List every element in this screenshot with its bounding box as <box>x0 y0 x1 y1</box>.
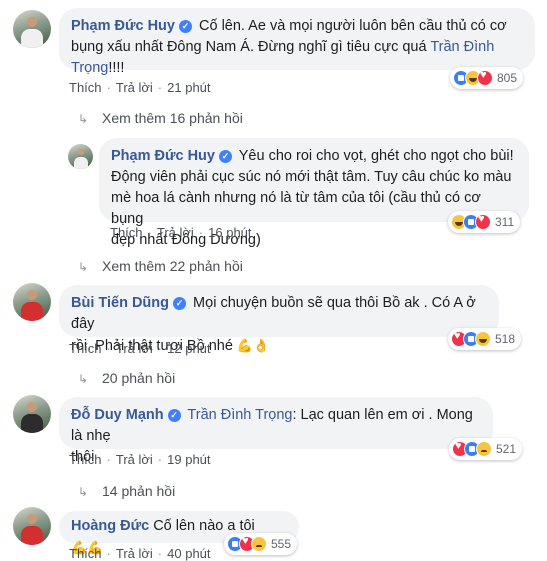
reply-arrow-icon: ↳ <box>78 112 89 126</box>
reaction-summary[interactable]: 311 <box>448 211 521 233</box>
like-link[interactable]: Thích <box>69 341 102 356</box>
separator: · <box>157 341 163 356</box>
timestamp[interactable]: 21 phút <box>167 80 210 95</box>
view-more-replies[interactable]: ↳ Xem thêm 22 phản hồi <box>78 258 243 274</box>
love-reaction-icon <box>477 69 493 86</box>
view-more-replies-label: 20 phản hồi <box>102 370 176 386</box>
mention-link[interactable]: Trần Đình Trọng <box>187 407 292 423</box>
reply-link[interactable]: Trả lời <box>116 80 153 95</box>
mention-link[interactable]: Trần Đình <box>430 39 494 55</box>
comment-author[interactable]: Hoàng Đức <box>71 518 149 534</box>
comment-bubble: Phạm Đức Huy ✓ Yêu cho roi cho vọt, ghét … <box>99 138 529 248</box>
view-more-replies-label: Xem thêm 22 phản hồi <box>102 258 243 274</box>
comment-text: !!!! <box>108 60 125 76</box>
comment-author[interactable]: Phạm Đức Huy <box>111 148 215 164</box>
separator: · <box>198 225 204 240</box>
reply-arrow-icon: ↳ <box>78 485 89 499</box>
verified-badge-icon: ✓ <box>178 20 192 33</box>
reply-link[interactable]: Trả lời <box>116 341 153 356</box>
mention-link[interactable]: Trọng <box>71 60 108 76</box>
comment-author[interactable]: Phạm Đức Huy <box>71 18 175 34</box>
separator: · <box>157 80 163 95</box>
reaction-count: 311 <box>495 215 515 229</box>
comment-author[interactable]: Bùi Tiến Dũng <box>71 295 169 311</box>
love-reaction-icon <box>475 213 491 230</box>
like-link[interactable]: Thích <box>69 80 102 95</box>
sad-reaction-icon <box>251 536 267 552</box>
verified-badge-icon: ✓ <box>218 150 232 163</box>
comment-actions: Thích · Trả lời · 12 phút <box>69 341 211 356</box>
timestamp[interactable]: 12 phút <box>167 341 210 356</box>
emoji: 💪👌 <box>236 338 270 353</box>
like-link[interactable]: Thích <box>110 225 143 240</box>
comment-text: Động viên phải cục súc nó mới thật tâm. … <box>111 169 512 185</box>
avatar[interactable] <box>13 283 51 321</box>
comment-bubble: Phạm Đức Huy ✓ Cố lên. Ae và mọi người lu… <box>59 8 535 76</box>
comment-bubble: Đỗ Duy Mạnh ✓ Trần Đình Trọng: Lạc quan l… <box>59 397 493 465</box>
comment-actions: Thích · Trả lời · 21 phút <box>69 80 211 95</box>
comment-text: Cố lên. Ae và mọi người luôn bên cầu thủ… <box>199 18 507 34</box>
view-more-replies[interactable]: ↳ 14 phản hồi <box>78 483 175 499</box>
reaction-count: 521 <box>496 442 517 456</box>
reaction-summary[interactable]: 518 <box>448 328 522 350</box>
reply-arrow-icon: ↳ <box>78 372 89 386</box>
reaction-summary[interactable]: 805 <box>450 67 524 89</box>
comment-bubble: Bùi Tiến Dũng ✓ Mọi chuyện buồn sẽ qua th… <box>59 285 499 354</box>
reply-link[interactable]: Trả lời <box>157 225 194 240</box>
comment-actions: Thích · Trả lời · 19 phút <box>69 452 211 467</box>
verified-badge-icon: ✓ <box>173 297 187 310</box>
separator: · <box>157 452 163 467</box>
avatar[interactable] <box>13 10 51 48</box>
separator: · <box>106 341 111 356</box>
reaction-summary[interactable]: 555 <box>224 533 298 555</box>
comment-actions: Thích · Trả lời · 16 phút <box>110 225 252 240</box>
comment-author[interactable]: Đỗ Duy Mạnh <box>71 407 164 423</box>
timestamp[interactable]: 19 phút <box>167 452 210 467</box>
reaction-count: 555 <box>271 537 292 551</box>
view-more-replies[interactable]: ↳ 20 phản hồi <box>78 370 175 386</box>
reaction-count: 805 <box>497 71 518 85</box>
separator: · <box>106 452 111 467</box>
avatar[interactable] <box>68 144 93 169</box>
reaction-summary[interactable]: 521 <box>449 438 523 460</box>
separator: · <box>106 80 111 95</box>
haha-reaction-icon <box>475 331 491 347</box>
avatar[interactable] <box>13 507 51 545</box>
avatar[interactable] <box>13 395 51 433</box>
reaction-count: 518 <box>495 332 516 346</box>
sad-reaction-icon <box>476 441 492 457</box>
reply-link[interactable]: Trả lời <box>116 452 153 467</box>
like-link[interactable]: Thích <box>69 452 102 467</box>
reply-arrow-icon: ↳ <box>78 260 89 274</box>
view-more-replies[interactable]: ↳ Xem thêm 16 phản hồi <box>78 110 243 126</box>
view-more-replies-label: Xem thêm 16 phản hồi <box>102 110 243 126</box>
comment-text: bụng xấu nhất Đông Nam Á. Đừng nghĩ gì t… <box>71 39 431 55</box>
timestamp[interactable]: 16 phút <box>208 225 251 240</box>
view-more-replies-label: 14 phản hồi <box>102 483 176 499</box>
comment-text: Yêu cho roi cho vọt, ghét cho ngọt cho b… <box>238 148 514 164</box>
separator: · <box>147 225 152 240</box>
verified-badge-icon: ✓ <box>167 409 181 422</box>
comment-text: Cố lên nào a tôi <box>153 518 255 534</box>
